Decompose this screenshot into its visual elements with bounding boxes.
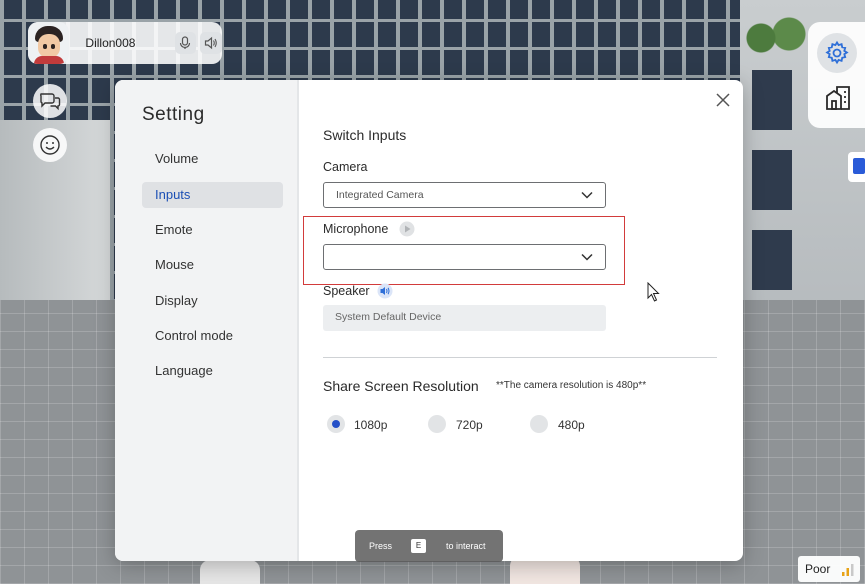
settings-button[interactable] <box>817 33 857 73</box>
microphone-label: Microphone <box>323 222 389 236</box>
camera-select-value: Integrated Camera <box>336 189 424 201</box>
network-quality-badge: Poor <box>798 556 860 582</box>
blue-sign <box>848 152 865 182</box>
nav-item-language[interactable]: Language <box>142 358 283 384</box>
radio-480p[interactable] <box>530 415 548 433</box>
user-card: Dillon008 <box>28 22 222 64</box>
radio-label-480p: 480p <box>558 418 585 432</box>
chat-button[interactable] <box>33 84 67 118</box>
nav-item-emote[interactable]: Emote <box>142 217 283 243</box>
building-icon[interactable] <box>824 84 852 112</box>
speaker-toggle-button[interactable] <box>200 32 222 54</box>
gear-icon <box>825 40 849 65</box>
chevron-down-icon <box>581 253 593 261</box>
speaker-select: System Default Device <box>323 305 606 331</box>
avatar[interactable] <box>28 22 70 64</box>
signal-bars-icon <box>842 564 854 576</box>
nav-item-mouse[interactable]: Mouse <box>142 252 283 278</box>
speaker-test-icon[interactable] <box>377 283 393 299</box>
mouse-cursor-icon <box>647 282 660 302</box>
nav-item-display[interactable]: Display <box>142 288 283 314</box>
right-toolbar <box>808 22 865 128</box>
camera-select[interactable]: Integrated Camera <box>323 182 606 208</box>
play-test-icon[interactable] <box>399 221 415 237</box>
avatar-legs <box>200 560 260 584</box>
close-icon[interactable] <box>715 92 731 108</box>
nav-item-volume[interactable]: Volume <box>142 146 283 172</box>
radio-label-1080p: 1080p <box>354 418 388 432</box>
emote-button[interactable] <box>33 128 67 162</box>
microphone-select[interactable] <box>323 244 606 270</box>
share-screen-title: Share Screen Resolution <box>323 378 479 394</box>
microphone-icon <box>180 36 191 49</box>
chevron-down-icon <box>581 191 593 199</box>
dialog-title: Setting <box>142 104 205 125</box>
camera-resolution-note: **The camera resolution is 480p** <box>496 380 647 391</box>
hint-key: E <box>411 539 426 553</box>
switch-inputs-title: Switch Inputs <box>323 127 407 143</box>
network-quality-label: Poor <box>805 562 831 576</box>
interact-hint: Press E to interact <box>355 530 503 562</box>
building-window <box>752 70 792 130</box>
nav-item-inputs[interactable]: Inputs <box>142 182 283 208</box>
user-name: Dillon008 <box>85 36 136 50</box>
smiley-icon <box>40 135 60 155</box>
hint-interact-text: to interact <box>446 541 486 551</box>
mic-toggle-button[interactable] <box>174 32 197 54</box>
speaker-select-value: System Default Device <box>335 311 442 323</box>
speaker-icon <box>205 36 217 50</box>
hint-press-text: Press <box>369 541 393 551</box>
sidebar-divider <box>297 80 299 561</box>
nav-item-control-mode[interactable]: Control mode <box>142 323 283 349</box>
tree-foliage <box>740 14 810 54</box>
building-window <box>752 230 792 290</box>
section-divider <box>323 357 717 358</box>
camera-label: Camera <box>323 160 368 174</box>
settings-dialog: Setting Volume Inputs Emote Mouse Displa… <box>115 80 743 561</box>
speaker-label: Speaker <box>323 284 370 298</box>
radio-1080p[interactable] <box>327 415 345 433</box>
building-window <box>752 150 792 210</box>
radio-label-720p: 720p <box>456 418 483 432</box>
radio-720p[interactable] <box>428 415 446 433</box>
chat-bubbles-icon <box>40 93 61 111</box>
